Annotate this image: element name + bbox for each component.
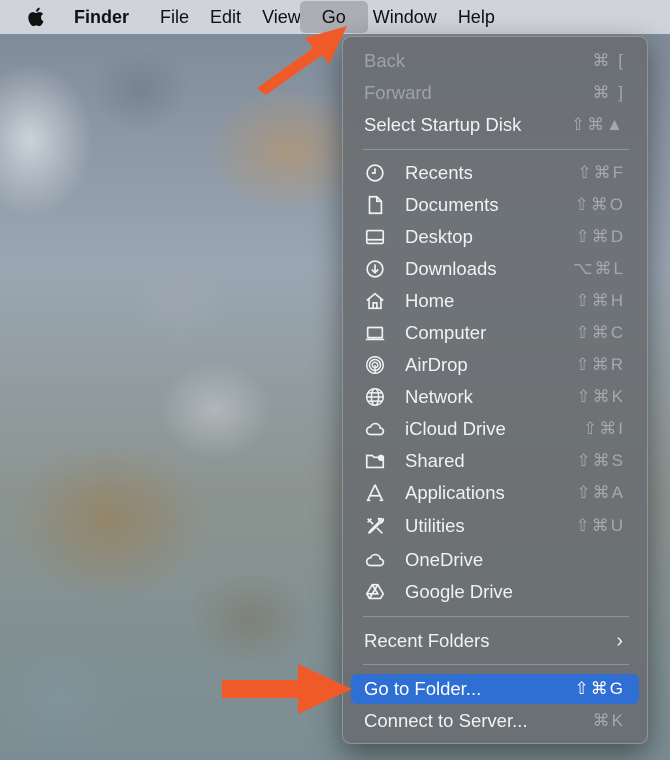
- menu-item-connect-to-server[interactable]: Connect to Server... ⌘K: [351, 706, 639, 736]
- shortcut-label: ⇧⌘K: [576, 387, 625, 406]
- menu-item-icloud-drive[interactable]: iCloud Drive ⇧⌘I: [351, 414, 639, 444]
- shortcut-label: ⇧⌘U: [575, 516, 625, 535]
- shortcut-label: ⇧⌘I: [583, 419, 625, 438]
- apple-logo-icon[interactable]: [26, 6, 48, 28]
- shared-folder-icon: [364, 450, 386, 472]
- go-menu: Back ⌘ [ Forward ⌘ ] Select Startup Disk…: [342, 36, 648, 744]
- desktop-icon: [364, 226, 386, 248]
- menu-item-label: Utilities: [405, 515, 465, 536]
- menu-item-desktop[interactable]: Desktop ⇧⌘D: [351, 222, 639, 252]
- separator: [363, 664, 629, 665]
- home-icon: [364, 290, 386, 312]
- shortcut-label: ⇧⌘C: [575, 323, 625, 342]
- menu-item-label: Shared: [405, 450, 465, 471]
- menu-item-label: AirDrop: [405, 354, 468, 375]
- menu-item-google-drive[interactable]: Google Drive: [351, 577, 639, 607]
- cloud-icon: [364, 549, 386, 571]
- menu-item-home[interactable]: Home ⇧⌘H: [351, 286, 639, 316]
- shortcut-label: ⌘K: [592, 711, 625, 730]
- menu-item-utilities[interactable]: Utilities ⇧⌘U: [351, 511, 639, 541]
- menu-item-documents[interactable]: Documents ⇧⌘O: [351, 190, 639, 220]
- shortcut-label: ⌥⌘L: [572, 259, 625, 278]
- annotation-arrow-icon: [222, 664, 352, 714]
- shortcut-label: ⇧⌘H: [575, 291, 625, 310]
- menu-item-go-to-folder[interactable]: Go to Folder... ⇧⌘G: [351, 674, 639, 704]
- shortcut-label: ⇧⌘G: [574, 679, 625, 698]
- menu-item-shared[interactable]: Shared ⇧⌘S: [351, 446, 639, 476]
- menu-item-recents[interactable]: Recents ⇧⌘F: [351, 158, 639, 188]
- clock-icon: [364, 162, 386, 184]
- menu-item-label: Back: [364, 50, 406, 71]
- download-icon: [364, 258, 386, 280]
- shortcut-label: ⇧⌘A: [576, 483, 625, 502]
- shortcut-label: ⌘ [: [592, 51, 625, 70]
- menu-item-applications[interactable]: Applications ⇧⌘A: [351, 478, 639, 508]
- airdrop-icon: [364, 354, 386, 376]
- globe-icon: [364, 386, 386, 408]
- menu-item-downloads[interactable]: Downloads ⌥⌘L: [351, 254, 639, 284]
- menu-item-back[interactable]: Back ⌘ [: [351, 46, 639, 76]
- menu-window[interactable]: Window: [373, 0, 458, 34]
- separator: [363, 149, 629, 150]
- annotation-arrow-icon: [257, 26, 347, 95]
- shortcut-label: ⇧⌘F: [577, 163, 625, 182]
- shortcut-label: ⇧⌘D: [575, 227, 625, 246]
- document-icon: [364, 194, 386, 216]
- google-drive-icon: [364, 581, 386, 603]
- menu-item-airdrop[interactable]: AirDrop ⇧⌘R: [351, 350, 639, 380]
- menu-item-recent-folders[interactable]: Recent Folders ›: [351, 626, 639, 656]
- menu-finder[interactable]: Finder: [74, 0, 150, 34]
- menu-item-label: Connect to Server...: [364, 710, 528, 731]
- menu-item-label: Downloads: [405, 258, 497, 279]
- menu-item-computer[interactable]: Computer ⇧⌘C: [351, 318, 639, 348]
- applications-icon: [364, 482, 386, 504]
- menu-item-label: Applications: [405, 482, 505, 503]
- menu-item-forward[interactable]: Forward ⌘ ]: [351, 78, 639, 108]
- shortcut-label: ⇧⌘▲: [570, 115, 625, 134]
- menu-item-onedrive[interactable]: OneDrive: [351, 545, 639, 575]
- menu-item-label: Recents: [405, 162, 473, 183]
- menu-help[interactable]: Help: [458, 0, 516, 34]
- menu-item-label: Select Startup Disk: [364, 114, 522, 135]
- shortcut-label: ⇧⌘S: [576, 451, 625, 470]
- shortcut-label: ⌘ ]: [592, 83, 625, 102]
- menu-item-label: Google Drive: [405, 581, 513, 602]
- menu-item-label: Recent Folders: [364, 630, 490, 651]
- menu-item-label: Forward: [364, 82, 432, 103]
- menu-item-label: Documents: [405, 194, 499, 215]
- shortcut-label: ⇧⌘R: [575, 355, 625, 374]
- menu-file[interactable]: File: [160, 0, 210, 34]
- menu-item-label: iCloud Drive: [405, 418, 506, 439]
- laptop-icon: [364, 322, 386, 344]
- menu-item-select-startup-disk[interactable]: Select Startup Disk ⇧⌘▲: [351, 110, 639, 140]
- separator: [363, 616, 629, 617]
- cloud-icon: [364, 418, 386, 440]
- tools-icon: [364, 515, 386, 537]
- menu-item-label: Network: [405, 386, 473, 407]
- menu-item-label: Home: [405, 290, 455, 311]
- chevron-right-icon: ›: [616, 630, 623, 652]
- menu-item-label: OneDrive: [405, 549, 484, 570]
- menu-item-label: Desktop: [405, 226, 473, 247]
- menu-item-label: Go to Folder...: [364, 678, 482, 699]
- menu-item-network[interactable]: Network ⇧⌘K: [351, 382, 639, 412]
- shortcut-label: ⇧⌘O: [574, 195, 625, 214]
- menu-item-label: Computer: [405, 322, 487, 343]
